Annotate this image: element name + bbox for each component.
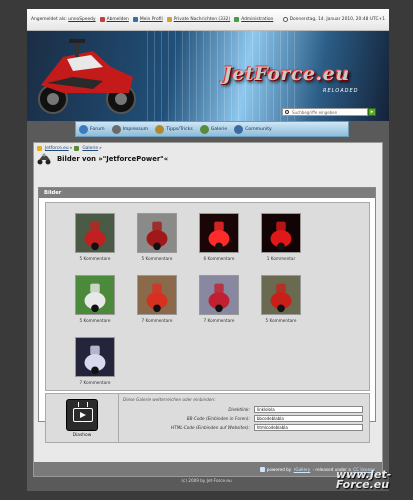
thumbnail-image[interactable]: [261, 213, 301, 253]
thumbnail-caption[interactable]: 5 Kommentare: [64, 318, 126, 323]
thumbnail-caption[interactable]: 6 Kommentare: [188, 256, 250, 261]
mail-icon: [166, 17, 172, 22]
gallery-thumbnail[interactable]: 1 Kommentar: [250, 213, 312, 261]
thumbnail-image[interactable]: [75, 213, 115, 253]
page-title: Bilder von »"JetforcePower"«: [57, 155, 169, 163]
thumbnail-caption[interactable]: 7 Kommentare: [126, 318, 188, 323]
embed-intro: Diese Galerie weiterreichen oder einbind…: [123, 397, 216, 402]
forum-icon: [79, 124, 88, 134]
thumbnail-grid: 5 Kommentare 5 Kommentare 6 Kommentare 1 Ko…: [45, 202, 370, 391]
thumbnail-caption[interactable]: 7 Kommentare: [188, 318, 250, 323]
thumbnail-caption[interactable]: 7 Kommentare: [64, 380, 126, 385]
user-bar: Angemeldet als: unnoSpeedy Abmelden Mein…: [27, 9, 389, 31]
direct-link-label: Direktlink:: [228, 407, 250, 412]
logout-link[interactable]: Abmelden: [99, 17, 129, 22]
administration-link[interactable]: Administration: [234, 17, 273, 22]
gallery-thumbnail[interactable]: 5 Kommentare: [126, 213, 188, 261]
embed-area: Diese Galerie weiterreichen oder einbind…: [123, 397, 363, 441]
share-section: Diashow Diese Galerie weiterreichen oder…: [45, 393, 370, 443]
embed-row-html: HTML-Code (Einbinden auf Websites):: [123, 423, 363, 432]
page-heading: Bilder von »"JetforcePower"«: [37, 153, 168, 165]
gallery-thumbnail[interactable]: 7 Kommentare: [126, 275, 188, 323]
gallery-thumbnail[interactable]: 7 Kommentare: [188, 275, 250, 323]
bbcode-field[interactable]: [253, 415, 363, 422]
gallery-thumbnail[interactable]: 5 Kommentare: [64, 213, 126, 261]
logout-icon: [99, 17, 105, 22]
site-banner: JetForce.eu RELOADED Suchbegriffe eingeb…: [27, 31, 389, 121]
watermark-logo: www.Jet- Force.eu: [336, 468, 392, 491]
username-link[interactable]: unnoSpeedy: [68, 17, 95, 22]
main-nav: Forum Impressum Tipps/Tricks Galerie Com…: [75, 121, 349, 137]
slideshow-label: Diashow: [72, 433, 92, 438]
nav-tipps-tricks[interactable]: Tipps/Tricks: [155, 124, 193, 134]
gallery-thumbnail[interactable]: 7 Kommentare: [64, 337, 126, 385]
breadcrumb-galerie[interactable]: Galerie: [82, 146, 98, 151]
nav-impressum[interactable]: Impressum: [111, 124, 148, 134]
thumbnail-caption[interactable]: 5 Kommentare: [64, 256, 126, 261]
page-frame: Angemeldet als: unnoSpeedy Abmelden Mein…: [27, 9, 389, 491]
info-icon: [111, 124, 121, 134]
nav-forum[interactable]: Forum: [79, 124, 105, 134]
datetime: Donnerstag, 14. Januar 2010, 20:48 UTC+1: [282, 17, 385, 22]
thumbnail-image[interactable]: [199, 275, 239, 315]
rgallery-link[interactable]: rGallery: [294, 467, 311, 472]
breadcrumb: Jetforce.eu » Galerie »: [37, 146, 102, 151]
direct-link-field[interactable]: [253, 406, 363, 413]
thumbnail-caption[interactable]: 1 Kommentar: [250, 256, 312, 261]
logo-subtitle: RELOADED: [323, 88, 359, 94]
logged-in-prefix: Angemeldet als:: [31, 17, 67, 22]
gallery-icon: [199, 124, 209, 134]
thumbnail-caption[interactable]: 5 Kommentare: [126, 256, 188, 261]
powered-by-bar: powered by rGallery - released under a C…: [34, 462, 382, 476]
gallery-thumbnail[interactable]: 5 Kommentare: [250, 275, 312, 323]
search-button[interactable]: ▸: [368, 108, 376, 116]
private-messages-link[interactable]: Private Nachrichten (332): [166, 17, 230, 22]
embed-row-direct: Direktlink:: [123, 405, 363, 414]
community-icon: [234, 124, 244, 134]
embed-row-bbcode: BB-Code (Einbinden in Foren):: [123, 414, 363, 423]
breadcrumb-home[interactable]: Jetforce.eu: [45, 146, 69, 151]
gallery-thumbnail[interactable]: 5 Kommentare: [64, 275, 126, 323]
admin-icon: [234, 17, 240, 22]
thumbnail-image[interactable]: [137, 275, 177, 315]
avatar: [37, 153, 51, 165]
nav-galerie[interactable]: Galerie: [199, 124, 227, 134]
search-input[interactable]: Suchbegriffe eingeben: [282, 108, 368, 116]
html-code-field[interactable]: [253, 424, 363, 431]
thumbnail-caption[interactable]: 5 Kommentare: [250, 318, 312, 323]
nav-community[interactable]: Community: [234, 124, 272, 134]
scooter-image: [38, 39, 136, 114]
html-code-label: HTML-Code (Einbinden auf Websites):: [171, 425, 250, 430]
profile-link[interactable]: Mein Profil: [132, 17, 163, 22]
gallery-thumbnail[interactable]: 6 Kommentare: [188, 213, 250, 261]
clock-icon: [282, 17, 288, 22]
home-icon: [37, 146, 42, 151]
thumbnail-image[interactable]: [199, 213, 239, 253]
gallery-logo-icon: [259, 466, 265, 472]
search-icon: [285, 110, 289, 114]
gallery-panel: Bilder 5 Kommentare 5 Kommentare 6 Komment…: [38, 187, 376, 443]
thumbnail-image[interactable]: [75, 337, 115, 377]
bbcode-label: BB-Code (Einbinden in Foren):: [186, 416, 250, 421]
thumbnail-image[interactable]: [137, 213, 177, 253]
gallery-header: Bilder: [39, 188, 375, 198]
profile-icon: [132, 17, 138, 22]
tools-icon: [155, 124, 165, 134]
main-content: Jetforce.eu » Galerie » Bilder von »"Jet…: [33, 142, 383, 477]
gallery-crumb-icon: [74, 146, 80, 151]
thumbnail-image[interactable]: [261, 275, 301, 315]
tv-icon: [66, 399, 98, 431]
slideshow-button[interactable]: Diashow: [46, 394, 119, 442]
site-logo[interactable]: JetForce.eu: [223, 63, 350, 85]
thumbnail-image[interactable]: [75, 275, 115, 315]
